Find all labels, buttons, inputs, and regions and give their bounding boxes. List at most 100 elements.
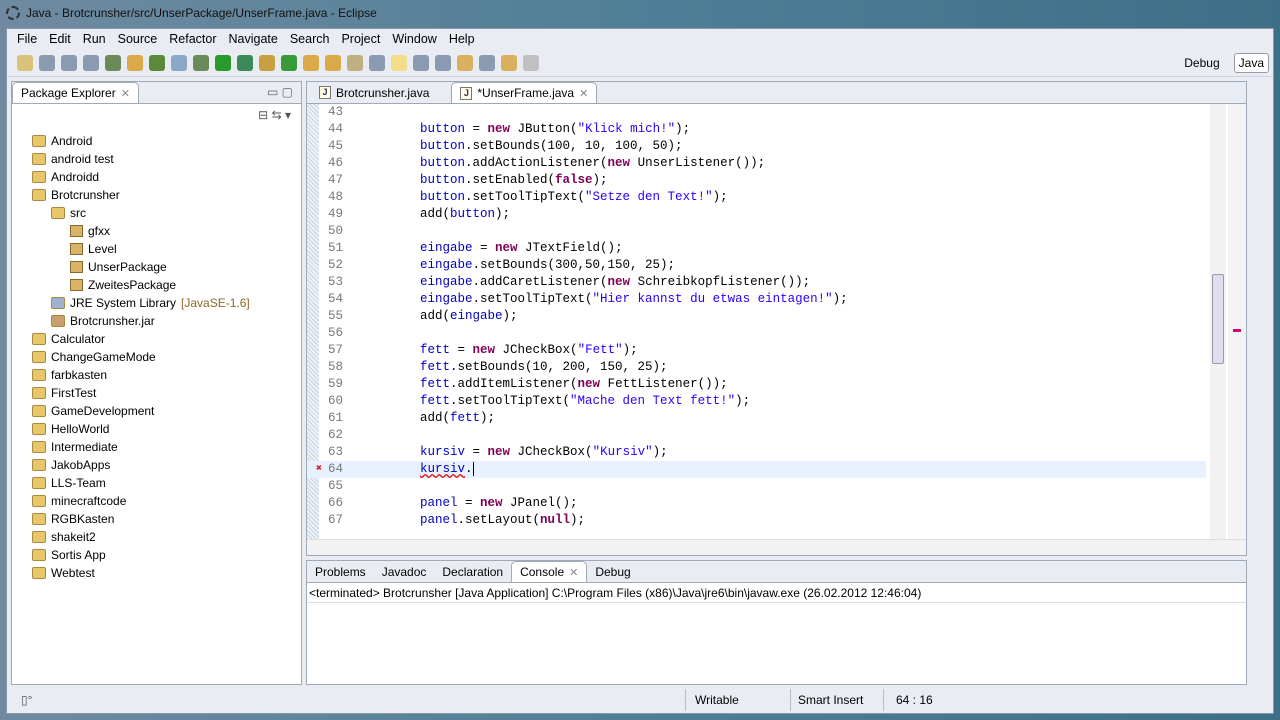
tab-package-explorer[interactable]: Package Explorer ✕ (12, 82, 139, 103)
tree-item[interactable]: ZweitesPackage (12, 276, 301, 294)
status-cursor-position: 64 : 16 (896, 693, 933, 707)
toolbar-icon-16[interactable] (369, 54, 385, 71)
tree-item[interactable]: src (12, 204, 301, 222)
tree-item[interactable]: GameDevelopment (12, 402, 301, 420)
close-icon[interactable]: ✕ (121, 87, 130, 100)
tab-javadoc[interactable]: Javadoc (374, 561, 435, 582)
toolbar-icon-22[interactable] (501, 54, 517, 71)
code-token: kursiv (420, 462, 466, 476)
code-line: 67 panel.setLayout(null); (307, 512, 1206, 529)
toolbar-icon-3[interactable] (83, 54, 99, 71)
menu-source[interactable]: Source (112, 32, 164, 46)
editor-tab[interactable]: J Brotcrunsher.java (311, 82, 437, 103)
fast-view-icon[interactable]: ▯° (21, 693, 32, 707)
toolbar-icon-0[interactable] (17, 54, 33, 71)
tree-item[interactable]: JRE System Library [JavaSE-1.6] (12, 294, 301, 312)
tree-item[interactable]: ChangeGameMode (12, 348, 301, 366)
tree-item[interactable]: android test (12, 150, 301, 168)
tab-debug[interactable]: Debug (587, 561, 638, 582)
tab-declaration[interactable]: Declaration (434, 561, 511, 582)
toolbar-icon-21[interactable] (479, 54, 495, 71)
close-tab-icon[interactable]: ✕ (569, 566, 578, 579)
line-number: 44 (327, 122, 343, 136)
project-icon (32, 423, 46, 435)
tab-console[interactable]: Console ✕ (511, 561, 588, 582)
tree-item[interactable]: Intermediate (12, 438, 301, 456)
tab-problems[interactable]: Problems (307, 561, 374, 582)
tree-item[interactable]: LLS-Team (12, 474, 301, 492)
tree-item[interactable]: Webtest (12, 564, 301, 582)
toolbar-icon-13[interactable] (303, 54, 319, 71)
tree-item[interactable]: Android (12, 132, 301, 150)
tree-item[interactable]: HelloWorld (12, 420, 301, 438)
tree-item[interactable]: RGBKasten (12, 510, 301, 528)
toolbar-icon-20[interactable] (457, 54, 473, 71)
menu-search[interactable]: Search (284, 32, 336, 46)
tree-item[interactable]: JakobApps (12, 456, 301, 474)
code-token: .setToolTipText( (472, 292, 593, 306)
toolbar-icon-8[interactable] (193, 54, 209, 71)
menu-edit[interactable]: Edit (43, 32, 77, 46)
toolbar-icon-14[interactable] (325, 54, 341, 71)
tree-item[interactable]: Androidd (12, 168, 301, 186)
menu-project[interactable]: Project (335, 32, 386, 46)
toolbar-icon-7[interactable] (171, 54, 187, 71)
toolbar-icon-4[interactable] (105, 54, 121, 71)
toolbar-icon-19[interactable] (435, 54, 451, 71)
quick-fix-error-icon[interactable]: ✖ (316, 461, 322, 478)
tree-item[interactable]: UnserPackage (12, 258, 301, 276)
bottom-tabs: Problems Javadoc Declaration Console ✕ Debug (307, 561, 1246, 583)
code-text: add(eingabe); (420, 308, 518, 325)
menu-run[interactable]: Run (77, 32, 112, 46)
view-menu-icon[interactable]: ▾ (285, 108, 291, 122)
toolbar-icon-18[interactable] (413, 54, 429, 71)
code-line: 63 kursiv = new JCheckBox("Kursiv"); (307, 444, 1206, 461)
collapse-all-icon[interactable]: ⊟ (258, 108, 268, 122)
error-marker[interactable] (1233, 329, 1241, 332)
editor-horizontal-scrollbar[interactable] (307, 539, 1246, 555)
toolbar-icon-11[interactable] (259, 54, 275, 71)
menu-refactor[interactable]: Refactor (163, 32, 222, 46)
toolbar-icon-15[interactable] (347, 54, 363, 71)
menu-navigate[interactable]: Navigate (223, 32, 284, 46)
tree-item[interactable]: Brotcrunsher.jar (12, 312, 301, 330)
tree-item[interactable]: Sortis App (12, 546, 301, 564)
scrollbar-thumb[interactable] (1212, 274, 1224, 364)
toolbar-icon-17[interactable] (391, 54, 407, 71)
toolbar-icon-23[interactable] (523, 54, 539, 71)
toolbar-icon-12[interactable] (281, 54, 297, 71)
tree-item[interactable]: shakeit2 (12, 528, 301, 546)
code-token: new (480, 496, 503, 510)
minimize-maximize-icon[interactable]: ▭ ▢ (267, 85, 293, 99)
tree-item[interactable]: farbkasten (12, 366, 301, 384)
tree-item[interactable]: gfxx (12, 222, 301, 240)
menu-help[interactable]: Help (443, 32, 481, 46)
close-tab-icon[interactable]: ✕ (579, 87, 588, 100)
link-editor-icon[interactable]: ⇆ (272, 108, 282, 122)
line-number: 54 (327, 292, 343, 306)
tree-item[interactable]: Level (12, 240, 301, 258)
overview-ruler (1228, 104, 1246, 539)
menu-file[interactable]: File (11, 32, 43, 46)
toolbar-icon-9[interactable] (215, 54, 231, 71)
toolbar-icon-6[interactable] (149, 54, 165, 71)
code-token: .setBounds(100, 10, 100, 50); (465, 139, 683, 153)
toolbar-icon-5[interactable] (127, 54, 143, 71)
menu-window[interactable]: Window (386, 32, 442, 46)
tree-item[interactable]: minecraftcode (12, 492, 301, 510)
tree-item[interactable]: Brotcrunsher (12, 186, 301, 204)
toolbar-icon-10[interactable] (237, 54, 253, 71)
toolbar-icon-2[interactable] (61, 54, 77, 71)
perspective-debug[interactable]: Debug (1180, 54, 1223, 72)
toolbar-icon-1[interactable] (39, 54, 55, 71)
line-number: 51 (327, 241, 343, 255)
editor-vertical-scrollbar[interactable] (1210, 104, 1226, 539)
code-token: eingabe (450, 309, 503, 323)
line-number: 55 (327, 309, 343, 323)
code-editor[interactable]: 43 44 button = new JButton("Klick mich!");… (307, 104, 1246, 539)
perspective-java[interactable]: Java (1233, 53, 1269, 73)
tree-item[interactable]: Calculator (12, 330, 301, 348)
editor-tab[interactable]: J *UnserFrame.java ✕ (451, 82, 598, 103)
tree-item[interactable]: FirstTest (12, 384, 301, 402)
console-output[interactable] (307, 603, 1246, 663)
